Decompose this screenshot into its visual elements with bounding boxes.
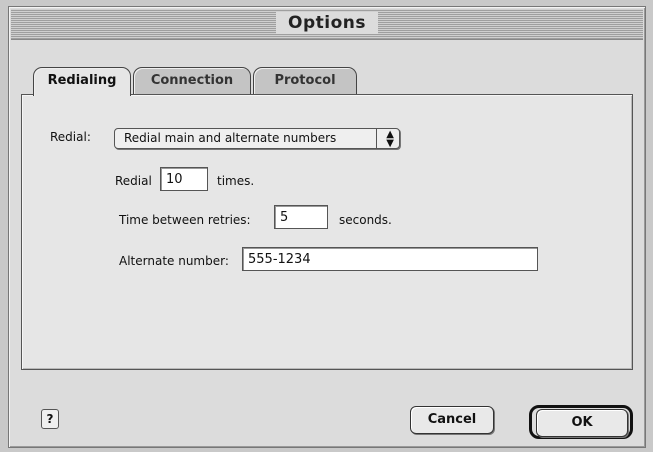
options-window: Options Redialing Connection Protocol Re… [8,6,646,448]
title-bar[interactable]: Options [11,9,643,40]
window-title: Options [276,12,378,34]
redial-count-prefix: Redial [115,174,152,188]
retry-interval-field[interactable]: 5 [274,205,328,229]
tab-protocol[interactable]: Protocol [253,67,357,94]
redial-label: Redial: [50,130,91,144]
cancel-button[interactable]: Cancel [410,406,494,434]
redial-count-suffix: times. [217,174,255,188]
redialing-panel: Redial: Redial main and alternate number… [21,94,633,370]
up-down-arrows-icon: ▲ ▼ [386,129,394,149]
redial-mode-selected: Redial main and alternate numbers [124,131,337,145]
tab-connection[interactable]: Connection [133,67,251,94]
ok-button[interactable]: OK [536,409,628,437]
help-icon[interactable]: ? [41,409,59,429]
tab-redialing[interactable]: Redialing [33,67,131,96]
alternate-number-field[interactable]: 555-1234 [242,247,538,271]
retry-interval-suffix: seconds. [339,213,392,227]
alternate-number-label: Alternate number: [119,254,229,268]
popup-divider [376,129,377,148]
redial-mode-popup[interactable]: Redial main and alternate numbers ▲ ▼ [114,128,400,149]
redial-count-field[interactable]: 10 [160,167,208,191]
retry-interval-label: Time between retries: [119,213,251,227]
